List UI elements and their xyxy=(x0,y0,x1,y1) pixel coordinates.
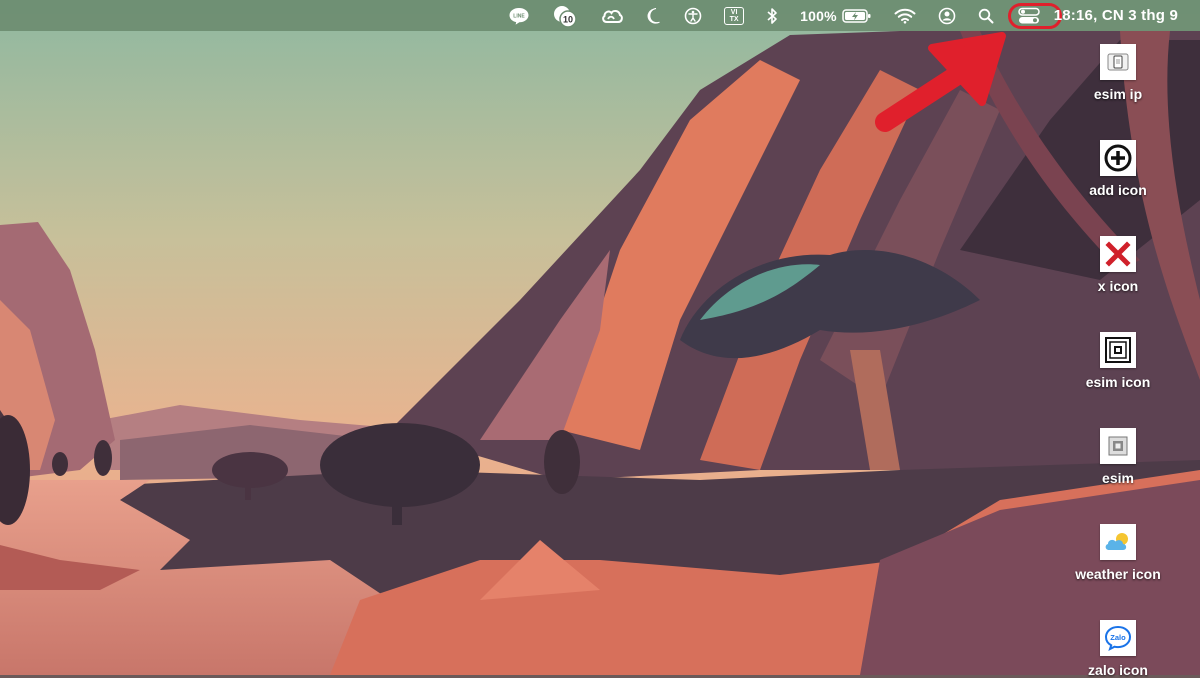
red-arrow-annotation xyxy=(875,32,1006,132)
line-icon-text: LINE xyxy=(513,13,525,19)
desktop-icon-label: esim xyxy=(1102,470,1134,486)
input-method-line1: VI xyxy=(730,8,738,16)
user-icon[interactable] xyxy=(938,0,956,31)
bluetooth-icon[interactable] xyxy=(766,0,778,31)
esim-chip-icon xyxy=(1100,332,1136,368)
menu-bar: LINE 10 VI TX 100% 18:16, CN 3 thg 9 xyxy=(0,0,1200,31)
desktop-icon-esim-ip[interactable]: esim ip xyxy=(1063,44,1173,102)
desktop-icon-label: x icon xyxy=(1097,278,1139,294)
cloud-sun-icon xyxy=(1100,524,1136,560)
line-icon[interactable]: LINE xyxy=(508,0,530,31)
desktop-icon-add-icon[interactable]: add icon xyxy=(1063,140,1173,198)
zalo-icon-text: Zalo xyxy=(1110,633,1126,642)
battery-icon xyxy=(841,8,871,23)
creative-cloud-icon[interactable] xyxy=(600,0,624,31)
accessibility-icon[interactable] xyxy=(684,0,702,31)
battery-percent: 100% xyxy=(800,7,837,24)
desktop-wallpaper xyxy=(0,0,1200,675)
battery-status[interactable]: 100% xyxy=(800,0,872,31)
desktop-icon-esim-icon[interactable]: esim icon xyxy=(1063,332,1173,390)
desktop-icon-label: esim icon xyxy=(1085,374,1151,390)
wifi-icon[interactable] xyxy=(894,0,916,31)
vietnamese-input-icon[interactable]: VI TX xyxy=(724,0,745,31)
search-icon[interactable] xyxy=(978,0,994,31)
red-x-icon xyxy=(1100,236,1136,272)
desktop-icon-esim[interactable]: esim xyxy=(1063,428,1173,486)
menubar-clock[interactable]: 18:16, CN 3 thg 9 xyxy=(1054,0,1178,31)
plus-circle-icon xyxy=(1100,140,1136,176)
notification-count-icon[interactable]: 10 xyxy=(552,0,578,31)
desktop-icon-label: esim ip xyxy=(1093,86,1143,102)
desktop-icon-label: zalo icon xyxy=(1088,662,1148,678)
input-method-line2: TX xyxy=(729,15,739,23)
moon-icon[interactable] xyxy=(646,0,662,31)
desktop-icon-label: add icon xyxy=(1089,182,1147,198)
desktop-icon-weather-icon[interactable]: weather icon xyxy=(1063,524,1173,582)
desktop-icon-x-icon[interactable]: x icon xyxy=(1063,236,1173,294)
phone-sim-icon xyxy=(1100,44,1136,80)
desktop-icon-label: weather icon xyxy=(1075,566,1161,582)
zalo-icon: Zalo xyxy=(1100,620,1136,656)
desktop-icon-zalo-icon[interactable]: Zalo zalo icon xyxy=(1063,620,1173,678)
esim-small-icon xyxy=(1100,428,1136,464)
notification-count: 10 xyxy=(563,14,573,24)
control-center-icon[interactable] xyxy=(1007,0,1062,31)
